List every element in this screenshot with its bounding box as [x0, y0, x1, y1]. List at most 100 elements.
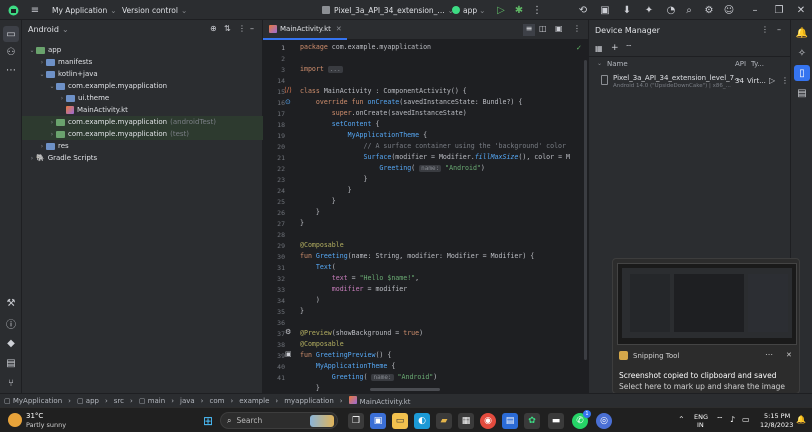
settings-icon[interactable]: ⚙ — [702, 3, 716, 17]
run-config-selector[interactable]: app ⌄ — [452, 3, 485, 17]
gutter-preview-icon[interactable]: ⚙ — [285, 328, 291, 336]
breadcrumb-item[interactable]: example — [239, 397, 269, 405]
design-view-icon[interactable]: ▣ — [555, 24, 563, 33]
notifications-icon[interactable]: 🔔 — [794, 25, 810, 41]
col-type-header[interactable]: Ty... — [751, 60, 764, 68]
taskbar-search[interactable]: ⌕ Search — [220, 412, 338, 429]
task-view-icon[interactable]: ❐ — [348, 413, 364, 429]
tree-item-mainactivity[interactable]: MainActivity.kt — [22, 104, 263, 116]
hide-icon[interactable]: – — [250, 24, 254, 33]
profile-icon[interactable]: ◔ — [664, 3, 678, 17]
maximize-icon[interactable]: ❐ — [772, 3, 786, 17]
tree-item-app[interactable]: ⌄ app — [22, 44, 263, 56]
volume-icon[interactable]: ♪ — [730, 415, 735, 424]
language-region[interactable]: IN — [697, 421, 704, 429]
inspection-ok-icon[interactable]: ✓ — [576, 44, 582, 52]
sdk-manager-icon[interactable]: ⬇ — [620, 3, 634, 17]
chrome-icon[interactable]: ◉ — [480, 413, 496, 429]
tree-item-ui-theme[interactable]: › ui.theme — [22, 92, 263, 104]
git-icon[interactable]: ⑂ — [3, 375, 19, 391]
widgets-icon[interactable]: ▣ — [370, 413, 386, 429]
debug-icon[interactable]: ✱ — [512, 3, 526, 17]
sync-icon[interactable]: ⟲ — [576, 3, 590, 17]
problems-icon[interactable]: ⓘ — [3, 315, 19, 331]
breadcrumb-item[interactable]: src — [114, 397, 124, 405]
minimize-icon[interactable]: – — [748, 3, 762, 17]
device-mirror-icon[interactable]: ▣ — [598, 3, 612, 17]
main-menu-icon[interactable]: ≡ — [28, 3, 42, 17]
breadcrumb-item[interactable]: ▢ MyApplication — [4, 397, 62, 405]
gutter-run-icon[interactable]: ⟨/⟩ — [284, 86, 292, 94]
app-icon[interactable]: ▤ — [502, 413, 518, 429]
add-device-icon[interactable]: + — [611, 43, 619, 53]
chevron-up-icon[interactable]: ⌃ — [678, 415, 685, 424]
more-tools-icon[interactable]: ⋯ — [3, 62, 19, 78]
options-icon[interactable]: ⋮ — [238, 24, 246, 33]
device-row[interactable]: Pixel_3a_API_34_extension_level_7... And… — [589, 72, 791, 94]
weather-desc[interactable]: Partly sunny — [26, 421, 66, 429]
breadcrumb-item[interactable]: com — [209, 397, 224, 405]
gutter-override-icon[interactable]: ⊙ — [285, 98, 291, 106]
app-quality-icon[interactable]: ◆ — [3, 335, 19, 351]
device-selector[interactable]: Pixel_3a_API_34_extension_... ⌄ — [322, 3, 454, 17]
options-icon[interactable]: ⋮ — [761, 25, 769, 34]
folder-app-icon[interactable]: ▰ — [436, 413, 452, 429]
android-studio-taskbar-icon[interactable]: ✿ — [524, 413, 540, 429]
tree-item-gradle[interactable]: › 🐘 Gradle Scripts — [22, 152, 263, 164]
close-tab-icon[interactable]: ✕ — [336, 25, 342, 33]
windows-start-icon[interactable]: ⊞ — [200, 413, 216, 429]
gemini-icon[interactable]: ✧ — [794, 45, 810, 61]
split-view-icon[interactable]: ◫ — [539, 24, 547, 33]
hide-icon[interactable]: – — [777, 25, 781, 34]
project-view-selector[interactable]: Android ⌄ — [28, 25, 69, 34]
run-icon[interactable]: ▷ — [494, 3, 508, 17]
wifi-icon[interactable]: ⌔ — [716, 415, 724, 425]
device-list-icon[interactable]: ▦ — [595, 44, 603, 53]
snipping-tool-notification[interactable]: Snipping Tool ⋯ ✕ Screenshot copied to c… — [612, 258, 800, 394]
project-tool-icon[interactable]: ▭ — [3, 26, 19, 42]
more-icon[interactable]: ⋯ — [765, 350, 773, 359]
notification-bell-icon[interactable]: 🔔 — [796, 415, 806, 424]
search-icon[interactable]: ⌕ — [682, 3, 696, 17]
collapse-icon[interactable]: ⇅ — [224, 24, 231, 33]
code-editor[interactable] — [263, 20, 588, 393]
file-explorer-icon[interactable]: ▭ — [392, 413, 408, 429]
plugins-icon[interactable]: ✦ — [642, 3, 656, 17]
account-icon[interactable]: ☺ — [722, 3, 736, 17]
breadcrumb-item[interactable]: java — [180, 397, 195, 405]
build-variants-icon[interactable]: ⚒ — [3, 295, 19, 311]
editor-options-icon[interactable]: ⋮ — [573, 24, 581, 33]
tree-item-manifests[interactable]: › manifests — [22, 56, 263, 68]
running-devices-icon[interactable]: ▤ — [794, 85, 810, 101]
structure-tool-icon[interactable]: ⚇ — [3, 44, 19, 60]
edge-icon[interactable]: ◐ — [414, 413, 430, 429]
close-icon[interactable]: ✕ — [794, 3, 808, 17]
tab-mainactivity[interactable]: MainActivity.kt ✕ — [263, 20, 347, 40]
weather-icon[interactable] — [8, 413, 22, 427]
col-name-header[interactable]: Name — [607, 60, 628, 68]
editor-scrollbar[interactable] — [584, 60, 587, 360]
tree-item-android-test[interactable]: › com.example.myapplication (androidTest… — [22, 116, 263, 128]
locate-icon[interactable]: ⊕ — [210, 24, 217, 33]
breadcrumb-item[interactable]: myapplication — [284, 397, 334, 405]
terminal-icon[interactable]: ▤ — [3, 355, 19, 371]
project-selector[interactable]: My Application ⌄ — [52, 3, 117, 17]
terminal-taskbar-icon[interactable]: ▬ — [548, 413, 564, 429]
tree-item-test[interactable]: › com.example.myapplication (test) — [22, 128, 263, 140]
tree-item-package[interactable]: ⌄ com.example.myapplication — [22, 80, 263, 92]
breadcrumb-item[interactable]: ▢ main — [139, 397, 165, 405]
device-manager-tool-icon[interactable]: ▯ — [794, 65, 810, 81]
store-icon[interactable]: ▦ — [458, 413, 474, 429]
clock-time[interactable]: 5:15 PM — [764, 412, 790, 420]
col-api-header[interactable]: API — [735, 60, 746, 68]
browser-icon[interactable]: ◎ — [596, 413, 612, 429]
tree-item-kotlin-java[interactable]: ⌄ kotlin+java — [22, 68, 263, 80]
more-actions-icon[interactable]: ⋮ — [530, 3, 544, 17]
code-view-icon[interactable]: ≡ — [523, 24, 535, 36]
device-menu-icon[interactable]: ⋮ — [781, 76, 789, 85]
launch-device-icon[interactable]: ▷ — [769, 76, 775, 85]
battery-icon[interactable]: ▭ — [742, 415, 750, 424]
gutter-preview-render-icon[interactable]: ▣ — [285, 350, 292, 358]
close-icon[interactable]: ✕ — [786, 351, 792, 359]
breadcrumb-item[interactable]: ▢ app — [77, 397, 99, 405]
